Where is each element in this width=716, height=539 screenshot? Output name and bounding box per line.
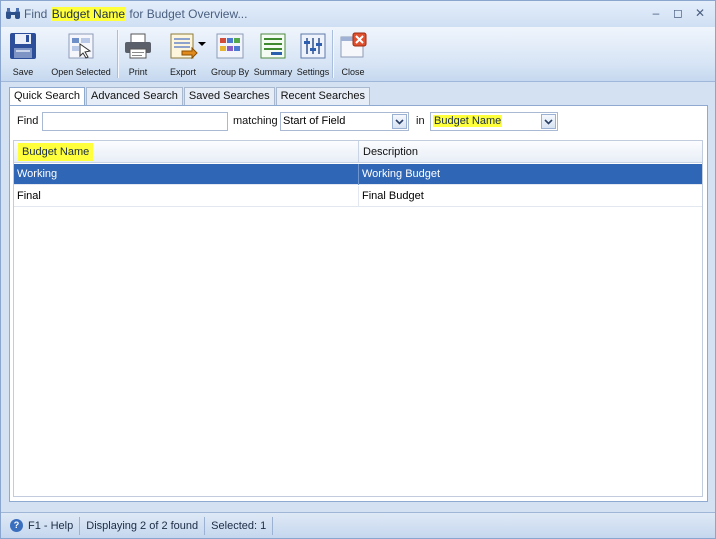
export-label: Export bbox=[169, 67, 196, 77]
find-window: Find Budget Name for Budget Overview... … bbox=[0, 0, 716, 539]
close-icon bbox=[338, 31, 368, 61]
column-header-label: Budget Name bbox=[18, 143, 94, 161]
floppy-disk-icon bbox=[8, 31, 38, 61]
table-row[interactable]: Final Final Budget bbox=[14, 186, 702, 207]
cell-description: Final Budget bbox=[362, 190, 424, 202]
title-bar[interactable]: Find Budget Name for Budget Overview... … bbox=[1, 1, 715, 27]
save-button[interactable]: Save bbox=[1, 27, 45, 82]
settings-button[interactable]: Settings bbox=[294, 27, 332, 82]
column-header-label: Description bbox=[363, 146, 419, 158]
settings-label: Settings bbox=[296, 67, 330, 77]
cell-budget-name: Final bbox=[14, 186, 359, 207]
export-icon bbox=[168, 31, 198, 61]
search-content: Quick Search Advanced Search Saved Searc… bbox=[9, 87, 708, 502]
selected-count-text: Selected: 1 bbox=[211, 519, 267, 532]
find-input[interactable] bbox=[42, 112, 228, 131]
in-select[interactable]: Budget Name bbox=[430, 112, 558, 131]
tab-advanced-search[interactable]: Advanced Search bbox=[86, 87, 183, 106]
find-row: Find matching Start of Field in Budget N… bbox=[10, 112, 707, 132]
print-label: Print bbox=[128, 67, 148, 77]
printer-icon bbox=[123, 31, 153, 61]
chevron-down-icon[interactable] bbox=[541, 114, 556, 129]
tab-quick-search[interactable]: Quick Search bbox=[9, 87, 86, 107]
summary-button[interactable]: Summary bbox=[252, 27, 294, 82]
matching-label: matching bbox=[233, 115, 278, 127]
tab-recent-searches[interactable]: Recent Searches bbox=[275, 87, 370, 106]
column-header-description[interactable]: Description bbox=[359, 141, 702, 163]
selected-count-status: Selected: 1 bbox=[205, 516, 274, 535]
grid-header: Budget Name Description bbox=[14, 141, 702, 163]
display-count-status: Displaying 2 of 2 found bbox=[80, 516, 206, 535]
open-selected-label: Open Selected bbox=[51, 67, 111, 77]
matching-value: Start of Field bbox=[283, 115, 346, 127]
window-controls: – ◻ ✕ bbox=[645, 4, 711, 22]
quick-search-panel: Find matching Start of Field in Budget N… bbox=[9, 105, 708, 502]
print-button[interactable]: Print bbox=[118, 27, 158, 82]
find-label: Find bbox=[17, 115, 39, 127]
cell-budget-name: Working bbox=[14, 164, 359, 185]
status-bar: ? F1 - Help Displaying 2 of 2 found Sele… bbox=[1, 512, 715, 538]
close-label: Close bbox=[341, 67, 365, 77]
title-prefix: Find bbox=[24, 7, 51, 21]
matching-select[interactable]: Start of Field bbox=[280, 112, 409, 131]
help-text: F1 - Help bbox=[28, 519, 74, 532]
open-selected-button[interactable]: Open Selected bbox=[45, 27, 117, 82]
maximize-button[interactable]: ◻ bbox=[667, 4, 689, 22]
chevron-down-icon[interactable] bbox=[392, 114, 407, 129]
group-by-button[interactable]: Group By bbox=[208, 27, 252, 82]
summary-icon bbox=[258, 31, 288, 61]
window-title: Find Budget Name for Budget Overview... bbox=[24, 7, 247, 21]
open-selected-icon bbox=[66, 31, 96, 61]
tab-saved-searches[interactable]: Saved Searches bbox=[183, 87, 275, 106]
title-suffix: for Budget Overview... bbox=[126, 7, 248, 21]
results-grid[interactable]: Budget Name Description Working Working … bbox=[13, 140, 703, 497]
close-window-button[interactable]: ✕ bbox=[689, 4, 711, 22]
export-button[interactable]: Export bbox=[158, 27, 208, 82]
toolbar: Save Open Selected Print Export Group By… bbox=[1, 27, 715, 82]
group-by-icon bbox=[215, 31, 245, 61]
group-by-label: Group By bbox=[210, 67, 250, 77]
help-status[interactable]: ? F1 - Help bbox=[1, 516, 81, 535]
in-value: Budget Name bbox=[433, 115, 503, 127]
help-icon: ? bbox=[10, 519, 23, 532]
title-highlight: Budget Name bbox=[50, 7, 127, 21]
minimize-button[interactable]: – bbox=[645, 4, 667, 22]
export-dropdown-arrow-icon[interactable] bbox=[198, 42, 206, 46]
display-count-text: Displaying 2 of 2 found bbox=[86, 519, 199, 532]
table-row[interactable]: Working Working Budget bbox=[14, 164, 702, 185]
search-tabs: Quick Search Advanced Search Saved Searc… bbox=[9, 87, 371, 107]
binoculars-icon bbox=[5, 6, 21, 22]
settings-icon bbox=[298, 31, 328, 61]
cell-description: Working Budget bbox=[362, 168, 441, 180]
summary-label: Summary bbox=[253, 67, 293, 77]
close-button[interactable]: Close bbox=[333, 27, 373, 82]
column-header-budget-name[interactable]: Budget Name bbox=[14, 141, 359, 163]
save-label: Save bbox=[12, 67, 34, 77]
in-label: in bbox=[416, 115, 425, 127]
